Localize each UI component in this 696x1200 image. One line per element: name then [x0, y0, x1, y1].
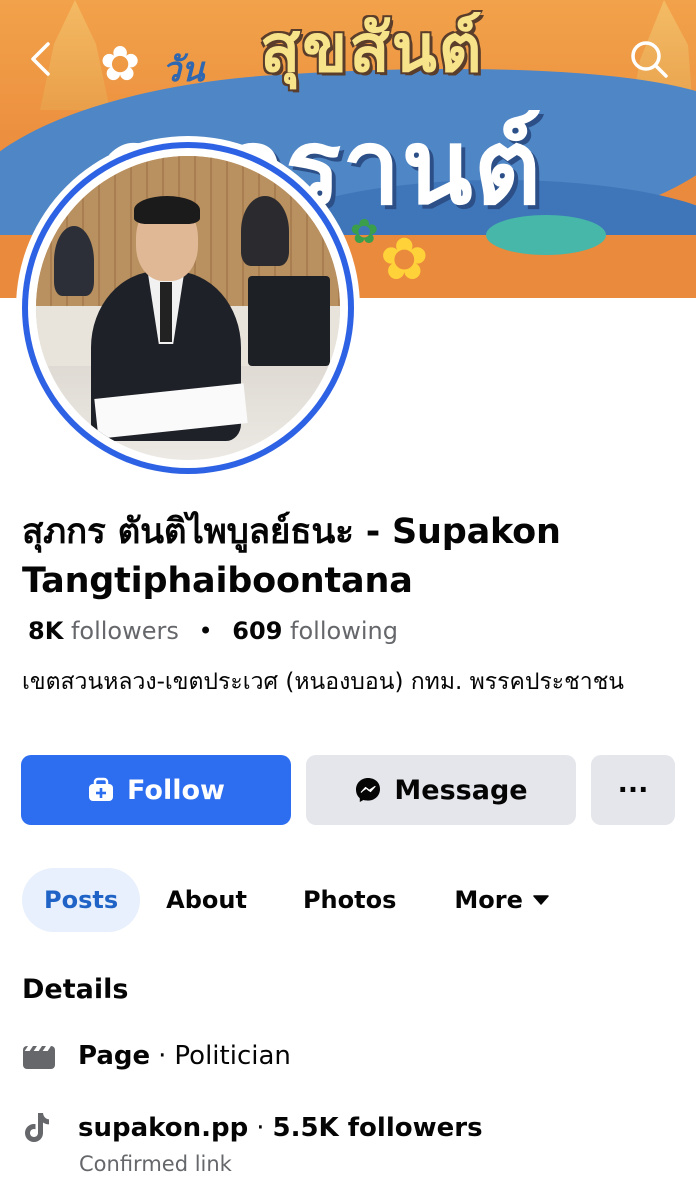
tab-label: About [166, 886, 247, 914]
avatar-photo [36, 156, 340, 460]
tab-about[interactable]: About [144, 868, 269, 932]
more-options-button[interactable]: ··· [591, 755, 675, 825]
tab-posts[interactable]: Posts [22, 868, 141, 932]
avatar-bg-person [54, 226, 94, 296]
following-count: 609 [232, 617, 283, 645]
tab-label: Photos [302, 886, 397, 914]
message-label: Message [394, 774, 528, 806]
avatar-hair [134, 196, 200, 224]
detail-page-category: Page · Politician [22, 1038, 291, 1074]
follow-label: Follow [127, 774, 225, 806]
page-type-label: Page [78, 1041, 151, 1071]
message-button[interactable]: Message [306, 755, 576, 825]
tab-label: More [454, 886, 523, 914]
tiktok-handle[interactable]: supakon.pp [78, 1113, 248, 1143]
more-dots-icon: ··· [617, 774, 649, 806]
profile-tabs: Posts About Photos More [22, 868, 571, 932]
avatar-bg-person [241, 196, 289, 266]
details-heading: Details [22, 974, 129, 1005]
following-label: following [290, 617, 398, 645]
followers-count: 8K [28, 617, 64, 645]
detail-tiktok-link[interactable]: supakon.pp · 5.5K followers [22, 1110, 483, 1146]
messenger-icon [354, 776, 382, 804]
detail-separator: · [158, 1041, 167, 1071]
search-button[interactable] [626, 36, 672, 82]
page-name: สุภกร ตันติไพบูลย์ธนะ - Supakon Tangtiph… [22, 512, 561, 601]
followers-label: followers [70, 617, 179, 645]
page-bio: เขตสวนหลวง-เขตประเวศ (หนองบอน) กทม. พรรค… [22, 669, 625, 695]
avatar-tie [160, 282, 172, 342]
stats-separator: • [198, 617, 213, 645]
profile-avatar[interactable] [16, 136, 360, 480]
flower-icon: ✿ [100, 36, 141, 92]
follow-button[interactable]: Follow [21, 755, 291, 825]
search-icon [631, 41, 668, 78]
tab-more[interactable]: More [432, 868, 570, 932]
clapperboard-icon [22, 1038, 58, 1074]
chevron-left-icon [31, 42, 50, 76]
back-button[interactable] [18, 36, 64, 82]
detail-separator: · [256, 1113, 265, 1143]
page-category: Politician [174, 1041, 291, 1071]
tab-label: Posts [44, 886, 119, 914]
tab-photos[interactable]: Photos [281, 868, 418, 932]
confirmed-link-note: Confirmed link [79, 1152, 232, 1176]
caret-down-icon [533, 895, 549, 905]
follow-stats[interactable]: 8K followers • 609 following [28, 617, 398, 645]
avatar-monitor [248, 276, 330, 366]
follow-icon [87, 777, 115, 803]
tiktok-followers: 5.5K followers [272, 1113, 483, 1143]
tiktok-icon [22, 1110, 58, 1146]
